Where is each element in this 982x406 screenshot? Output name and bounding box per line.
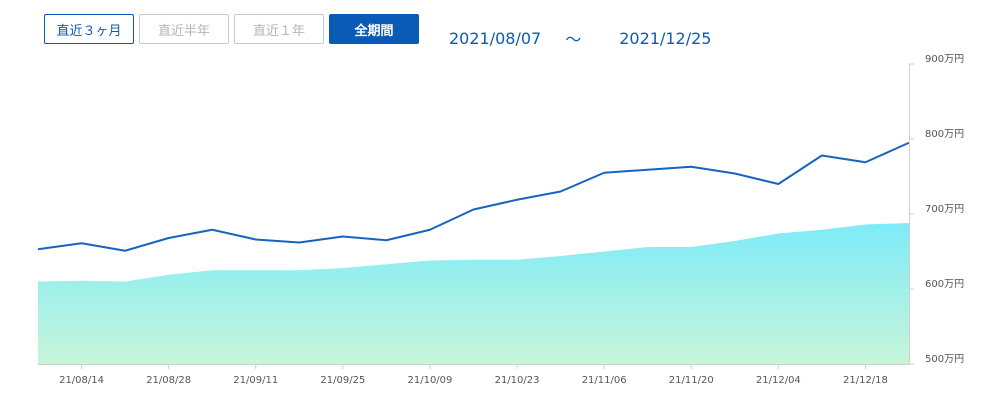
x-tick-label: 21/09/25 [320,375,365,386]
y-tick-label: 500万円 [925,354,964,365]
y-tick-label: 900万円 [925,54,964,65]
x-tick-label: 21/10/09 [407,375,452,386]
y-tick-label: 700万円 [925,204,964,215]
y-tick-label: 600万円 [925,279,964,290]
area-series-layer [38,223,909,364]
asset-chart: 21/08/14 21/08/28 21/09/11 21/09/25 21/10/09… [37,54,964,386]
x-tick-label: 21/08/28 [146,375,191,386]
y-tick-label: 800万円 [925,129,964,140]
x-tick-label: 21/09/11 [233,375,278,386]
x-tick-label: 21/12/04 [756,375,801,386]
x-tick-label: 21/08/14 [59,375,104,386]
x-tick-label: 21/12/18 [843,375,888,386]
x-tick-label: 21/10/23 [495,375,540,386]
area-series [38,223,909,364]
x-tick-label: 21/11/20 [669,375,714,386]
x-tick-label: 21/11/06 [582,375,627,386]
